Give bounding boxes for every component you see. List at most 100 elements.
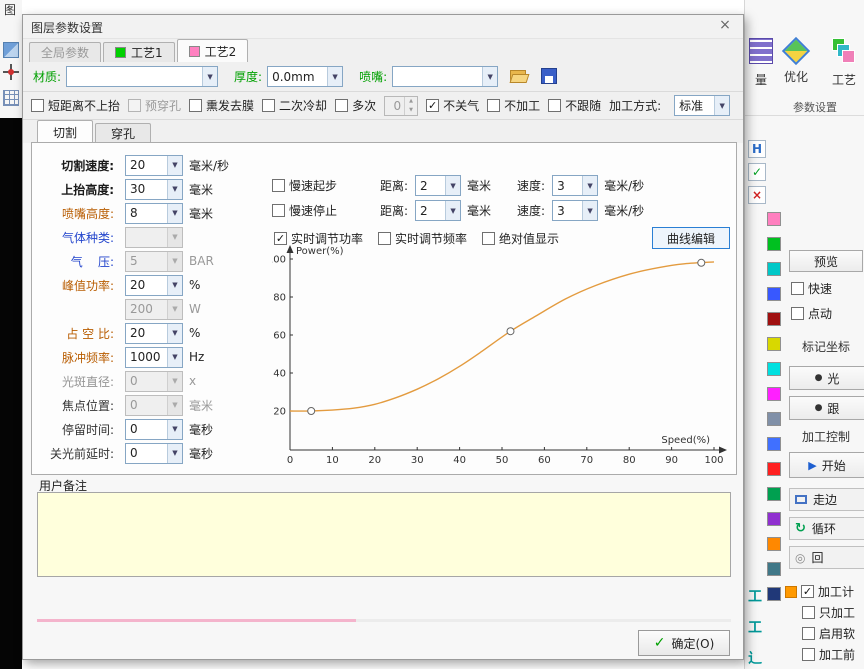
param-combo[interactable]: 0▼ (125, 443, 183, 464)
craft-tool-button[interactable]: 工艺 (829, 38, 859, 88)
process-check-0[interactable]: ✓加工计 (801, 583, 854, 600)
distance-select[interactable]: 2▼ (415, 175, 461, 196)
ribbon-fragment: 量 优化 工艺 参数设置 (745, 0, 864, 116)
param-combo[interactable]: 1000▼ (125, 347, 183, 368)
combo-value: 30 (126, 180, 167, 199)
palette-color[interactable] (767, 512, 781, 526)
preview-button[interactable]: 预览 (789, 250, 863, 272)
param-combo[interactable]: 30▼ (125, 179, 183, 200)
spinner-up-icon[interactable]: ▲ (405, 97, 417, 106)
tab-layer-0[interactable]: 全局参数 (29, 42, 101, 62)
svg-text:Power(%): Power(%) (296, 246, 344, 257)
param-combo[interactable]: 0▼ (125, 371, 183, 392)
param-combo[interactable]: 20▼ (125, 275, 183, 296)
speed-select[interactable]: 3▼ (552, 200, 598, 221)
process-mode-select[interactable]: 标准▼ (674, 95, 730, 116)
palette-color[interactable] (767, 337, 781, 351)
param-label: 光斑直径: (36, 373, 120, 390)
follow-button[interactable]: ●跟 (789, 396, 864, 420)
option-check-4[interactable]: 多次 (335, 97, 376, 114)
param-unit: % (189, 326, 200, 340)
option-check-2[interactable]: 熏发去膜 (189, 97, 254, 114)
param-combo[interactable]: 20▼ (125, 155, 183, 176)
option-check-1[interactable]: 预穿孔 (128, 97, 181, 114)
slow-check-1[interactable]: 慢速停止 (272, 202, 372, 219)
grid-tool-icon[interactable] (3, 90, 19, 106)
palette-color[interactable] (767, 437, 781, 451)
frame-run-button[interactable]: 走边 (789, 488, 864, 511)
spinner-down-icon[interactable]: ▼ (405, 106, 417, 115)
palette-color[interactable] (767, 537, 781, 551)
tab-layer-1[interactable]: 工艺1 (103, 42, 175, 62)
option-check-8[interactable]: 不跟随 (548, 97, 601, 114)
loop-run-button[interactable]: ↻循环 (789, 517, 864, 540)
dialog-titlebar[interactable]: 图层参数设置 × (23, 15, 743, 39)
origin-icon: ◎ (795, 551, 805, 565)
palette-color[interactable] (767, 387, 781, 401)
param-combo[interactable]: 5▼ (125, 251, 183, 272)
palette-color[interactable] (767, 462, 781, 476)
subtab-1[interactable]: 穿孔 (95, 123, 151, 143)
distance-select[interactable]: 2▼ (415, 200, 461, 221)
view-tab-fragment[interactable]: 图 (4, 1, 16, 18)
slow-check-0[interactable]: 慢速起步 (272, 177, 372, 194)
drawing-canvas[interactable] (0, 118, 22, 669)
ok-button[interactable]: ✓确定(O) (638, 630, 730, 656)
start-button[interactable]: ▶开始 (789, 452, 864, 478)
thickness-select[interactable]: 0.0mm▼ (267, 66, 343, 87)
draw-tool-icon[interactable] (3, 42, 19, 58)
palette-color[interactable] (767, 562, 781, 576)
palette-color[interactable] (767, 212, 781, 226)
quick-preview-check[interactable]: 快速 (791, 280, 832, 297)
process-check-2[interactable]: 启用软 (802, 625, 855, 642)
tab-layer-2[interactable]: 工艺2 (177, 39, 249, 62)
param-combo[interactable]: 200▼ (125, 299, 183, 320)
check-all-icon[interactable]: ✓ (748, 163, 766, 181)
param-combo[interactable]: 8▼ (125, 203, 183, 224)
measure-tool-button[interactable]: 量 (746, 38, 776, 88)
laser-button[interactable]: ●光 (789, 366, 864, 390)
param-combo[interactable]: 20▼ (125, 323, 183, 344)
jog-check[interactable]: 点动 (791, 305, 832, 322)
snap-crosshair-icon[interactable] (3, 64, 19, 80)
palette-color[interactable] (767, 412, 781, 426)
repeat-count-spinner[interactable]: 0▲▼ (384, 96, 418, 116)
save-icon[interactable] (541, 68, 560, 85)
clear-icon[interactable]: × (748, 186, 766, 204)
param-combo[interactable]: 0▼ (125, 419, 183, 440)
optimize-tool-button[interactable]: 优化 (781, 38, 811, 85)
nozzle-select[interactable]: ▼ (392, 66, 498, 87)
thickness-label: 厚度: (234, 68, 262, 85)
user-notes-textarea[interactable] (37, 492, 731, 577)
param-combo[interactable]: 0▼ (125, 395, 183, 416)
option-check-6[interactable]: ✓不关气 (426, 97, 479, 114)
open-folder-icon[interactable] (510, 68, 529, 85)
return-origin-button[interactable]: ◎回 (789, 546, 864, 569)
dock-icon[interactable]: 辶 (748, 648, 762, 668)
palette-color[interactable] (767, 237, 781, 251)
palette-color[interactable] (767, 587, 781, 601)
h-view-icon[interactable]: H (748, 140, 766, 158)
palette-color[interactable] (767, 312, 781, 326)
palette-color[interactable] (767, 287, 781, 301)
close-button[interactable]: × (713, 17, 737, 36)
dock-icon[interactable]: 工 (748, 586, 762, 606)
option-check-3[interactable]: 二次冷却 (262, 97, 327, 114)
speed-select[interactable]: 3▼ (552, 175, 598, 196)
distance-unit: 毫米 (467, 202, 509, 219)
combo-value: 20 (126, 156, 167, 175)
chevron-down-icon: ▼ (582, 201, 597, 220)
param-combo[interactable]: ▼ (125, 227, 183, 248)
dock-icon[interactable]: 工 (748, 617, 762, 637)
checkbox-label: 慢速停止 (289, 202, 337, 219)
material-select[interactable]: ▼ (66, 66, 218, 87)
palette-color[interactable] (767, 262, 781, 276)
palette-color[interactable] (767, 362, 781, 376)
subtab-0[interactable]: 切割 (37, 120, 93, 143)
process-check-3[interactable]: 加工前 (802, 646, 855, 663)
palette-color[interactable] (767, 487, 781, 501)
option-check-7[interactable]: 不加工 (487, 97, 540, 114)
option-check-0[interactable]: 短距离不上抬 (31, 97, 120, 114)
svg-text:60: 60 (538, 455, 551, 466)
process-check-1[interactable]: 只加工 (802, 604, 855, 621)
